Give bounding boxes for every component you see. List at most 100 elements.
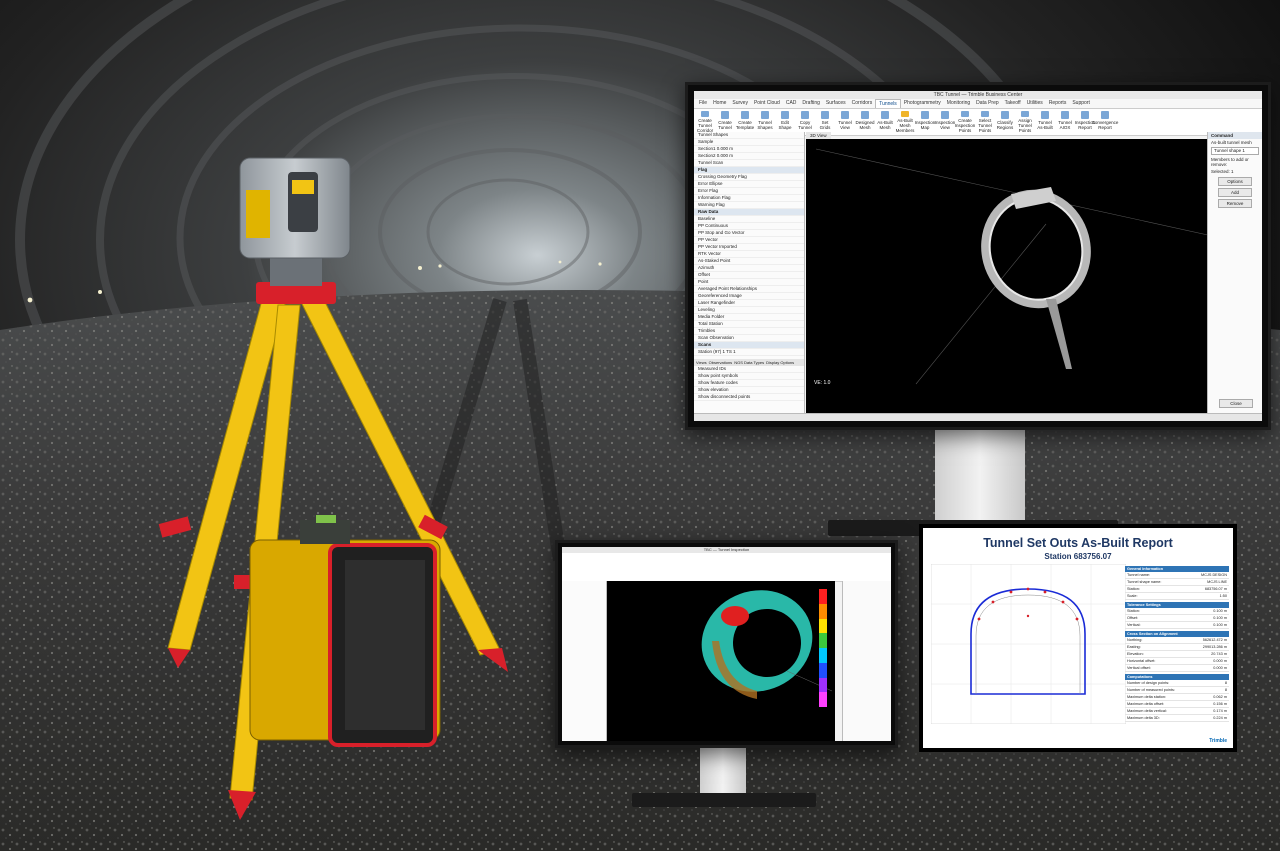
tree-section[interactable]: Scans (694, 342, 804, 349)
ribbon-tab[interactable]: Support (1069, 99, 1093, 108)
report-key: Scale: (1127, 594, 1138, 598)
tree-item[interactable]: Information Flag (694, 195, 804, 202)
report-value: 0.062 m (1213, 695, 1227, 699)
ribbon-button[interactable]: Convergence Report (1092, 111, 1118, 133)
tree-item[interactable]: Averaged Point Relationships (694, 286, 804, 293)
project-explorer: Tunnel Shapes Sample Section1 0.000 m Secti… (694, 132, 805, 414)
ribbon-tab[interactable]: CAD (783, 99, 800, 108)
tree-item[interactable]: Media Folder (694, 314, 804, 321)
ribbon-button[interactable]: Tunnel AIOX (1056, 111, 1074, 133)
ribbon-button[interactable]: Create Inspection Points (955, 111, 975, 133)
ribbon-tab[interactable]: Corridors (849, 99, 876, 108)
inspection-viewport[interactable] (607, 581, 835, 741)
tree-item[interactable]: Station (97) 1 TS 1 (694, 349, 804, 356)
ribbon-button[interactable]: As-Built Mesh (876, 111, 894, 133)
view-scale: VE: 1.0 (814, 380, 831, 386)
tree-item[interactable]: Laser Rangefinder (694, 300, 804, 307)
ribbon-button[interactable]: Create Tunnel Corridor (696, 111, 714, 133)
ribbon-button-icon (1001, 111, 1009, 119)
ribbon-tab[interactable]: Photogrammetry (901, 99, 944, 108)
viewport-tab[interactable]: 3D View (806, 132, 831, 139)
tree-item[interactable]: Georeferenced Image (694, 293, 804, 300)
tree-item[interactable]: Crossing Geometry Flag (694, 174, 804, 181)
3d-viewport[interactable]: 3D View VE: 1.0 (806, 132, 1231, 414)
ribbon-tab[interactable]: Surfaces (823, 99, 849, 108)
ribbon-button-icon (741, 111, 749, 119)
ribbon-button[interactable]: Inspection View (934, 111, 956, 133)
tree-item[interactable]: PP Vector Imported (694, 244, 804, 251)
ribbon-button[interactable]: Designed Mesh (856, 111, 875, 133)
tree-section[interactable]: Raw Data (694, 209, 804, 216)
tree-item[interactable]: PP Stop and Go Vector (694, 230, 804, 237)
tree-item[interactable]: Azimuth (694, 265, 804, 272)
monitor-large: TBC Tunnel — Trimble Business Center Fil… (685, 82, 1271, 430)
tree-item[interactable]: Trimbles (694, 328, 804, 335)
ribbon-tab[interactable]: Takeoff (1002, 99, 1024, 108)
ribbon-button[interactable]: Create Template (736, 111, 754, 133)
tree-item[interactable]: Error Ellipse (694, 181, 804, 188)
ribbon-tab[interactable]: Data Prep (973, 99, 1002, 108)
tree-item[interactable]: Total Station (694, 321, 804, 328)
ribbon-button[interactable]: Edit Shape (776, 111, 794, 133)
ribbon-button[interactable]: Tunnel As-Built (1036, 111, 1054, 133)
tree-item[interactable]: Baseline (694, 216, 804, 223)
ribbon-button-label: Inspection View (934, 120, 956, 130)
add-button[interactable]: Add (1217, 188, 1253, 197)
ribbon-button[interactable]: Assign Tunnel Points (1016, 111, 1034, 133)
close-button[interactable]: Close (1218, 399, 1254, 408)
ribbon-button[interactable]: Copy Tunnel (796, 111, 814, 133)
report-key: Northing: (1127, 638, 1143, 642)
ribbon-tab[interactable]: Home (710, 99, 729, 108)
ribbon-button[interactable]: Create Tunnel (716, 111, 734, 133)
display-option-checkbox[interactable]: Show feature codes (694, 380, 804, 387)
ribbon-tab[interactable]: Drafting (799, 99, 823, 108)
display-option-checkbox[interactable]: Measured IDs (694, 366, 804, 373)
ribbon-tab[interactable]: Monitoring (944, 99, 973, 108)
tree-item[interactable]: Sample (694, 139, 804, 146)
tree-item[interactable]: Warning Flag (694, 202, 804, 209)
ribbon-tab[interactable]: File (696, 99, 710, 108)
tree-item[interactable]: Tunnel Scan (694, 160, 804, 167)
tree-item[interactable]: Scan Observation (694, 335, 804, 342)
ribbon-tab[interactable]: Tunnels (875, 99, 901, 108)
explorer-tab[interactable]: Display Options (766, 360, 794, 365)
tree-item[interactable]: Point (694, 279, 804, 286)
explorer-tab[interactable]: NGS Data Types (734, 360, 764, 365)
ribbon-tab[interactable]: Reports (1046, 99, 1070, 108)
tree-item[interactable]: RTK Vector (694, 251, 804, 258)
report-station: Station 683756.07 (1044, 552, 1112, 561)
display-option-checkbox[interactable]: Show point symbols (694, 373, 804, 380)
tree-item[interactable]: Error Flag (694, 188, 804, 195)
explorer-tab[interactable]: Views (696, 360, 707, 365)
tree-section[interactable]: Flag (694, 167, 804, 174)
display-option-checkbox[interactable]: Show disconnected points (694, 394, 804, 401)
ribbon-button[interactable]: Classify Regions (996, 111, 1014, 133)
ribbon-button[interactable]: Set Grids (816, 111, 834, 133)
ribbon-tab[interactable]: Utilities (1024, 99, 1046, 108)
tree-item[interactable]: Section2 0.000 m (694, 153, 804, 160)
shape-select[interactable]: Tunnel shape 1 (1211, 147, 1259, 155)
ribbon-tab[interactable]: Survey (729, 99, 751, 108)
tree-item[interactable]: Tunnel Shapes (694, 132, 804, 139)
ribbon-button[interactable]: Select Tunnel Points (976, 111, 994, 133)
ribbon-button[interactable]: Tunnel View (836, 111, 854, 133)
tree-item[interactable]: PP Continuous (694, 223, 804, 230)
tree-item[interactable]: As-Staked Point (694, 258, 804, 265)
ribbon-button[interactable]: Inspection Map (915, 111, 935, 133)
explorer-tab[interactable]: Observations (709, 360, 733, 365)
options-button[interactable]: Options (1217, 177, 1253, 186)
selected-count: Selected: 1 (1211, 169, 1234, 174)
ribbon-button[interactable]: As-Built Mesh Members (896, 111, 914, 133)
display-option-checkbox[interactable]: Show elevation (694, 387, 804, 394)
tree-item[interactable]: Offset (694, 272, 804, 279)
ribbon-button-icon (821, 111, 829, 119)
tree-item[interactable]: PP Vector (694, 237, 804, 244)
ribbon-button[interactable]: Tunnel Shapes (756, 111, 774, 133)
ribbon-tab[interactable]: Point Cloud (751, 99, 783, 108)
tree-item[interactable]: Leveling (694, 307, 804, 314)
ribbon-button-icon (781, 111, 789, 119)
remove-button[interactable]: Remove (1217, 199, 1253, 208)
report-key: Maximum delta vertical: (1127, 709, 1167, 713)
tbc-window-small: TBC — Tunnel Inspection (562, 547, 891, 741)
tree-item[interactable]: Section1 0.000 m (694, 146, 804, 153)
